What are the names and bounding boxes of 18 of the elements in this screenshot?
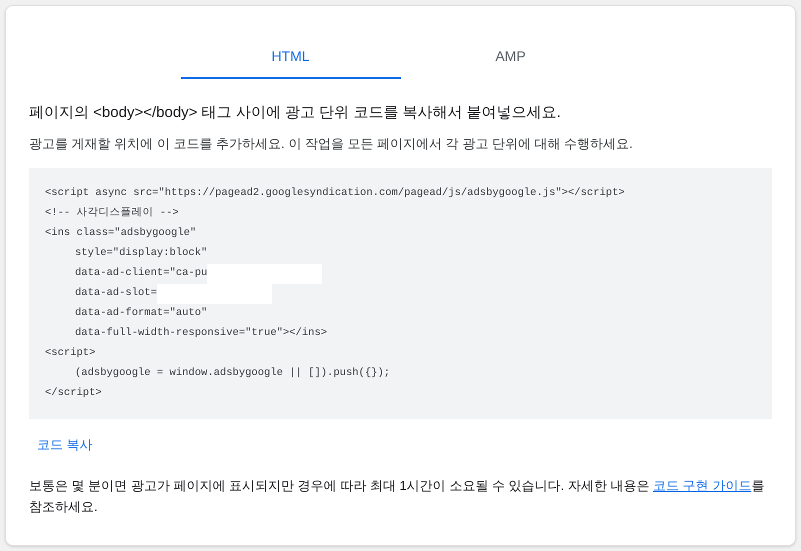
guide-link[interactable]: 코드 구현 가이드 xyxy=(653,478,752,492)
code-line: <!-- 사각디스플레이 --> xyxy=(45,206,179,222)
code-line: <script> xyxy=(45,346,96,362)
instruction-heading: 페이지의 <body></body> 태그 사이에 광고 단위 코드를 복사해서 붙여넣으세요. xyxy=(29,103,562,123)
code-line: data-ad-format="auto" xyxy=(75,306,208,322)
instruction-text: 광고를 게재할 위치에 이 코드를 추가하세요. 이 작업을 모든 페이지에서 각 광고 단위에 대해 수행하세요. xyxy=(29,134,634,152)
code-line: <ins class="adsbygoogle" xyxy=(45,226,196,242)
code-line: (adsbygoogle = window.adsbygoogle || []).push({}); xyxy=(75,366,390,382)
code-line: <script async src="https://pagead2.googlesyndication.com/pagead/js/adsbygoogle.js"></script> xyxy=(45,186,625,202)
note-text: 보통은 몇 분이면 광고가 페이지에 표시되지만 경우에 따라 최대 1시간이 소요될 수 있습니다. 자세한 내용은 코드 구현 가이드를 참조하세요. xyxy=(29,476,766,516)
code-line: data-ad-slot= xyxy=(75,286,157,302)
code-line: </script> xyxy=(45,386,102,402)
code-line: style="display:block" xyxy=(75,246,208,262)
code-line: data-ad-client="ca-pu xyxy=(75,266,208,282)
tab[interactable]: HTML xyxy=(180,36,400,79)
copy-code-button[interactable]: 코드 복사 xyxy=(31,431,99,458)
code-line: data-full-width-responsive="true"></ins> xyxy=(75,326,328,342)
tab[interactable]: AMP xyxy=(400,36,620,79)
